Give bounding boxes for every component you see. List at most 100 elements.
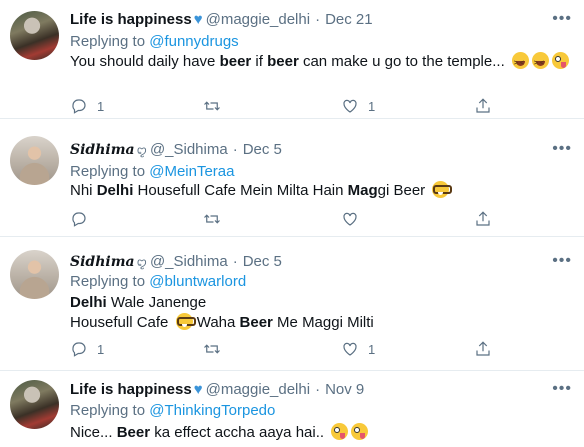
tweet-actions xyxy=(70,210,500,230)
tweet-actions: 1 1 xyxy=(70,340,500,360)
tweet-date[interactable]: Dec 5 xyxy=(243,141,282,158)
separator-dot: · xyxy=(232,253,238,270)
like-count: 1 xyxy=(368,98,376,114)
text-segment: can make u go to the temple... xyxy=(298,53,505,70)
display-name[interactable]: Sidhima xyxy=(70,254,135,270)
text-segment: Housefull Cafe Mein Milta Hain xyxy=(133,182,348,199)
retweet-icon xyxy=(204,214,220,224)
more-options-icon[interactable]: ••• xyxy=(552,380,572,398)
separator-dot: · xyxy=(232,141,238,158)
replying-label: Replying to xyxy=(70,273,146,290)
winking-face-tongue-icon xyxy=(351,423,369,440)
nerd-face-icon xyxy=(175,313,196,330)
text-segment: Housefull Cafe xyxy=(70,314,173,331)
text-segment: You should daily have xyxy=(70,53,220,70)
more-options-icon[interactable]: ••• xyxy=(552,10,572,28)
avatar[interactable] xyxy=(10,380,59,429)
text-bold: beer xyxy=(267,53,299,70)
heart-icon xyxy=(343,99,357,113)
retweet-icon xyxy=(204,101,220,111)
tweet[interactable]: Sidhima ꨄ︎ @_Sidhima · Dec 5 ••• Replyin… xyxy=(0,237,584,371)
tweet[interactable]: Sidhima ꨄ︎ @_Sidhima · Dec 5 ••• Replyin… xyxy=(0,119,584,237)
avatar[interactable] xyxy=(10,11,59,60)
user-handle[interactable]: @maggie_delhi xyxy=(206,11,310,28)
laughing-face-icon xyxy=(531,52,549,74)
mention-link[interactable]: @ThinkingTorpedo xyxy=(149,402,275,419)
user-handle[interactable]: @_Sidhima xyxy=(150,141,228,158)
tweet[interactable]: Life is happiness ♥ @maggie_delhi · Dec … xyxy=(0,0,584,119)
tweet-actions: 1 1 xyxy=(70,97,500,117)
avatar[interactable] xyxy=(10,250,59,299)
text-segment: if xyxy=(251,53,268,70)
mention-link[interactable]: @funnydrugs xyxy=(149,33,238,50)
reply-icon xyxy=(72,342,86,357)
retweet-button[interactable] xyxy=(203,340,221,358)
tweet-text: Nice... Beer ka effect accha aaya hai.. xyxy=(70,422,369,443)
display-name[interactable]: Life is happiness xyxy=(70,11,192,28)
mention-link[interactable]: @MeinTeraa xyxy=(149,163,234,180)
mention-link[interactable]: @bluntwarlord xyxy=(149,273,246,290)
blue-heart-icon: ♥ xyxy=(193,381,203,398)
text-bold: Beer xyxy=(116,424,151,441)
replying-label: Replying to xyxy=(70,33,146,50)
reply-count: 1 xyxy=(97,341,105,357)
replying-to: Replying to @ThinkingTorpedo xyxy=(70,402,275,419)
text-segment: Waha xyxy=(192,314,240,331)
retweet-button[interactable] xyxy=(203,97,221,115)
text-bold: Beer xyxy=(239,314,273,331)
share-button[interactable] xyxy=(474,340,492,358)
tweet-text: Nhi Delhi Housefull Cafe Mein Milta Hain… xyxy=(70,180,453,201)
reply-button[interactable]: 1 xyxy=(70,340,104,358)
user-handle[interactable]: @maggie_delhi xyxy=(206,381,310,398)
name-symbol: ꨄ︎ xyxy=(136,256,147,269)
heart-icon xyxy=(343,212,357,226)
tweet-header: Sidhima ꨄ︎ @_Sidhima · Dec 5 xyxy=(70,141,282,158)
like-button[interactable]: 1 xyxy=(341,340,375,358)
blue-heart-icon: ♥ xyxy=(193,11,203,28)
replying-to: Replying to @bluntwarlord xyxy=(70,273,246,290)
tweet[interactable]: Life is happiness ♥ @maggie_delhi · Nov … xyxy=(0,371,584,447)
share-button[interactable] xyxy=(474,97,492,115)
text-segment: Nhi xyxy=(70,182,97,199)
separator-dot: · xyxy=(315,11,321,28)
user-handle[interactable]: @_Sidhima xyxy=(150,253,228,270)
tweet-text-line: Delhi Wale Janenge xyxy=(70,292,206,313)
tweet-date[interactable]: Dec 21 xyxy=(325,11,373,28)
separator-dot: · xyxy=(315,381,321,398)
replying-to: Replying to @funnydrugs xyxy=(70,33,239,50)
retweet-button[interactable] xyxy=(203,210,221,228)
winking-face-tongue-icon xyxy=(551,52,569,69)
tweet-date[interactable]: Nov 9 xyxy=(325,381,364,398)
tweet-text: You should daily have beer if beer can m… xyxy=(70,51,569,74)
like-count: 1 xyxy=(368,341,376,357)
replying-label: Replying to xyxy=(70,402,146,419)
text-segment: Wale Janenge xyxy=(106,294,207,311)
replying-label: Replying to xyxy=(70,163,146,180)
reply-button[interactable]: 1 xyxy=(70,97,104,115)
text-bold: Mag xyxy=(347,182,378,199)
tweet-header: Life is happiness ♥ @maggie_delhi · Nov … xyxy=(70,381,364,398)
share-button[interactable] xyxy=(474,210,492,228)
like-button[interactable] xyxy=(341,210,359,228)
retweet-icon xyxy=(204,344,220,354)
heart-icon xyxy=(343,342,357,356)
display-name[interactable]: Sidhima xyxy=(70,142,135,158)
like-button[interactable]: 1 xyxy=(341,97,375,115)
text-bold: Delhi xyxy=(96,182,134,199)
tweet-text-line: Housefull Cafe Waha Beer Me Maggi Milti xyxy=(70,312,374,333)
text-segment: Nice... xyxy=(70,424,117,441)
more-options-icon[interactable]: ••• xyxy=(552,140,572,158)
text-segment: ka effect accha aaya hai.. xyxy=(150,424,325,441)
share-icon xyxy=(476,211,490,226)
name-symbol: ꨄ︎ xyxy=(136,144,147,157)
more-options-icon[interactable]: ••• xyxy=(552,252,572,270)
reply-button[interactable] xyxy=(70,210,88,228)
tweet-date[interactable]: Dec 5 xyxy=(243,253,282,270)
tweet-header: Life is happiness ♥ @maggie_delhi · Dec … xyxy=(70,11,373,28)
replying-to: Replying to @MeinTeraa xyxy=(70,163,234,180)
avatar[interactable] xyxy=(10,136,59,185)
text-segment: gi Beer xyxy=(377,182,426,199)
laughing-face-icon xyxy=(511,52,529,74)
display-name[interactable]: Life is happiness xyxy=(70,381,192,398)
reply-icon xyxy=(72,212,86,227)
